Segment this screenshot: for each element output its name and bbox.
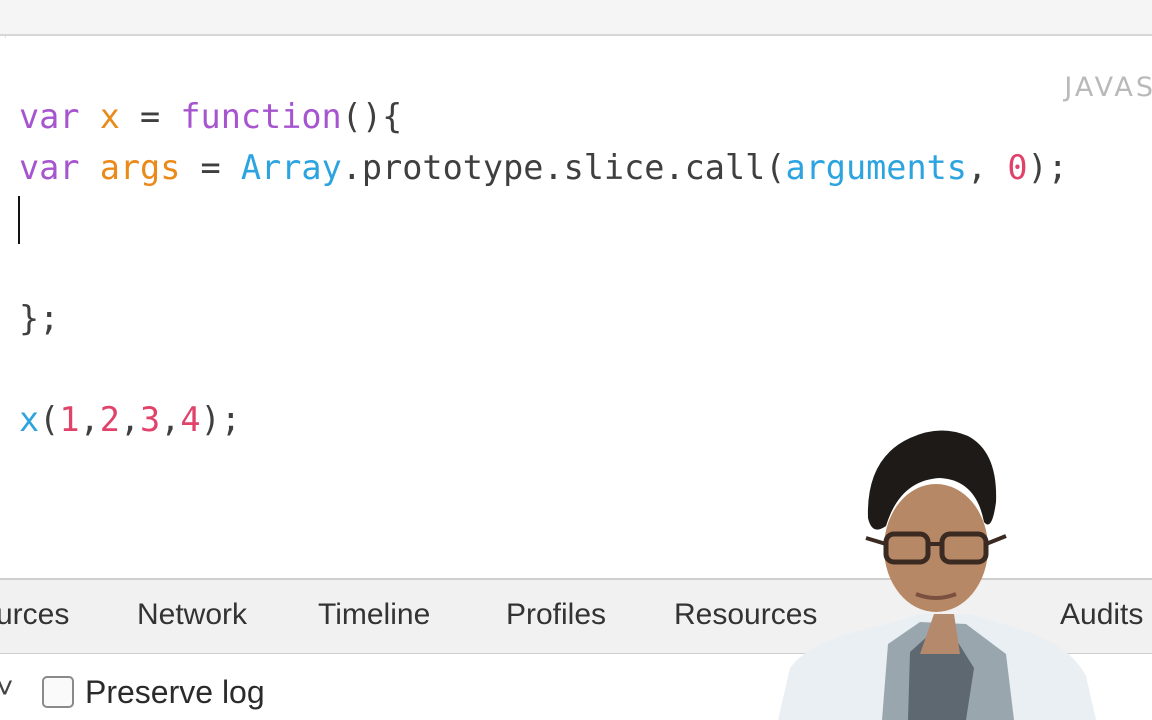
- code-token: 1: [59, 400, 80, 439]
- code-line[interactable]: var args = Array.prototype.slice.call(ar…: [19, 143, 1068, 194]
- code-token: ,: [160, 400, 181, 439]
- code-token: arguments: [785, 147, 967, 187]
- code-token: var: [19, 97, 80, 136]
- code-token: );: [200, 400, 241, 439]
- preserve-log-checkbox[interactable]: [42, 676, 74, 708]
- code-token: function: [180, 97, 342, 136]
- code-token: ,: [966, 147, 1008, 187]
- code-token: (: [39, 400, 60, 439]
- code-line[interactable]: [19, 345, 1068, 396]
- window-top-strip: [0, 0, 1152, 36]
- code-token: (){: [341, 97, 403, 136]
- language-label: JAVAS: [1064, 72, 1152, 103]
- preserve-log-label[interactable]: Preserve log: [85, 674, 265, 711]
- tab-timeline[interactable]: Timeline: [318, 598, 430, 632]
- code-token: var: [19, 147, 80, 187]
- code-content[interactable]: var x = function(){var args = Array.prot…: [19, 92, 1068, 446]
- code-token: Array: [240, 147, 342, 187]
- code-token: x: [99, 97, 120, 136]
- code-line[interactable]: [19, 193, 1068, 244]
- code-token: =: [119, 97, 181, 136]
- webcam-overlay: [778, 430, 1096, 720]
- code-token: .prototype.slice.call(: [341, 147, 786, 187]
- code-token: 3: [140, 400, 161, 439]
- code-token: );: [1027, 147, 1068, 187]
- text-caret: [18, 196, 20, 244]
- code-token: =: [180, 147, 241, 187]
- tab-network[interactable]: Network: [137, 598, 247, 632]
- code-token: 2: [99, 400, 120, 439]
- code-token: 4: [180, 400, 201, 439]
- code-token: args: [99, 147, 181, 187]
- filter-dropdown-icon[interactable]: ˅: [0, 672, 14, 706]
- code-token: ,: [119, 400, 141, 439]
- code-token: ,: [79, 400, 100, 439]
- code-token: 0: [1007, 147, 1028, 187]
- tab-profiles[interactable]: Profiles: [506, 598, 606, 632]
- code-token: x: [19, 400, 40, 439]
- code-line[interactable]: var x = function(){: [19, 92, 1068, 143]
- code-line[interactable]: };: [19, 294, 1068, 345]
- tab-sources[interactable]: urces: [0, 598, 69, 632]
- code-line[interactable]: [19, 244, 1068, 295]
- code-token: };: [19, 299, 60, 338]
